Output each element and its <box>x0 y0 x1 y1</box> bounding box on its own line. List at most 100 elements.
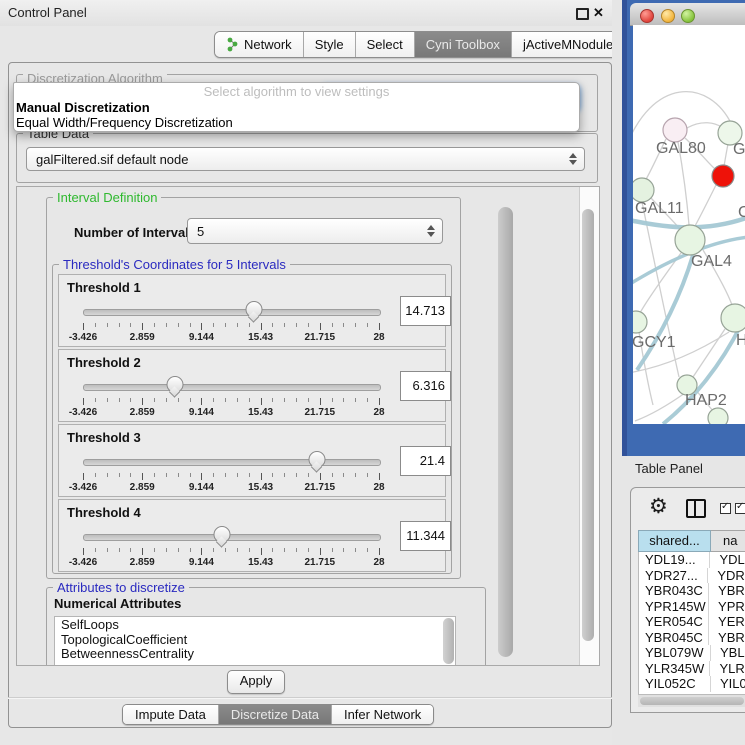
node[interactable] <box>708 408 728 424</box>
close-traffic-light-icon[interactable] <box>640 9 654 23</box>
close-icon[interactable]: ✕ <box>593 5 604 21</box>
node-gal11[interactable] <box>633 178 654 202</box>
tab-network[interactable]: Network <box>215 32 304 57</box>
node-gcy1[interactable] <box>633 311 647 333</box>
threshold-1-panel: Threshold 1 -3.4262.8599.14415.4321.7152… <box>58 274 446 347</box>
tab-impute-data[interactable]: Impute Data <box>123 705 219 724</box>
cell-name[interactable]: YIL0 <box>710 676 745 692</box>
tab-infer-network[interactable]: Infer Network <box>332 705 433 724</box>
threshold-3-slider[interactable] <box>83 451 379 471</box>
node-gal4[interactable] <box>675 225 705 255</box>
node-gal80[interactable] <box>663 118 687 142</box>
list-item[interactable]: TopologicalCoefficient <box>61 633 455 648</box>
cell-shared-name[interactable]: YBL079W <box>639 645 710 661</box>
dropdown-item-equal-width[interactable]: Equal Width/Frequency Discretization <box>14 115 579 130</box>
cell-shared-name[interactable]: YBR043C <box>639 583 708 599</box>
cell-name[interactable]: YDL1 <box>709 552 745 568</box>
table-row[interactable]: YIL052CYIL0 <box>639 676 745 692</box>
cell-name[interactable]: YBR0 <box>708 583 745 599</box>
tick-label: 21.715 <box>305 332 336 343</box>
tick-label: 9.144 <box>189 407 214 418</box>
inner-scrollbar-thumb[interactable] <box>498 207 513 657</box>
table-row[interactable]: YDR27...YDR2 <box>639 568 745 584</box>
table-data-combobox[interactable]: galFiltered.sif default node <box>26 147 585 171</box>
threshold-2-value-field[interactable]: 6.316 <box>400 371 451 401</box>
cell-name[interactable]: YLR3 <box>709 661 745 677</box>
tick-label: 2.859 <box>130 557 155 568</box>
numerical-attributes-label: Numerical Attributes <box>54 596 181 611</box>
apply-button[interactable]: Apply <box>227 670 285 694</box>
tick-label: 15.43 <box>248 557 273 568</box>
threshold-4-slider[interactable] <box>83 526 379 546</box>
table-row[interactable]: YBR043CYBR0 <box>639 583 745 599</box>
checkbox-icon[interactable] <box>720 503 731 514</box>
cell-shared-name[interactable]: YBR045C <box>639 630 708 646</box>
node-label: H <box>736 332 745 349</box>
horizontal-scrollbar-track[interactable] <box>638 694 745 707</box>
node-label: C <box>738 204 745 221</box>
combo-arrows-icon <box>569 153 577 165</box>
tab-cyni-toolbox[interactable]: Cyni Toolbox <box>415 32 512 57</box>
cell-shared-name[interactable]: YLR345W <box>639 661 709 677</box>
cell-name[interactable]: YDR2 <box>707 568 745 584</box>
slider-thumb[interactable] <box>245 301 262 318</box>
bottom-tab-bar: Impute Data Discretize Data Infer Networ… <box>122 704 434 725</box>
cell-name[interactable]: YPR1 <box>708 599 745 615</box>
table-row[interactable]: YLR345WYLR3 <box>639 661 745 677</box>
list-scrollbar-thumb[interactable] <box>443 618 454 664</box>
cell-shared-name[interactable]: YER054C <box>639 614 708 630</box>
threshold-3-value-field[interactable]: 21.4 <box>400 446 451 476</box>
cell-name[interactable]: YER0 <box>708 614 745 630</box>
table-row[interactable]: YER054CYER0 <box>639 614 745 630</box>
checkbox-icon[interactable] <box>735 503 745 514</box>
list-item[interactable]: SelfLoops <box>61 618 455 633</box>
node-label: GCY1 <box>633 334 676 351</box>
slider-thumb[interactable] <box>166 376 183 393</box>
table-row[interactable]: YPR145WYPR1 <box>639 599 745 615</box>
scrollbar-thumb[interactable] <box>582 209 594 641</box>
cell-shared-name[interactable]: YIL052C <box>639 676 710 692</box>
split-table-icon[interactable] <box>686 499 706 518</box>
node[interactable] <box>721 304 745 332</box>
table-row[interactable]: YBL079WYBL0 <box>639 645 745 661</box>
horizontal-scrollbar-thumb[interactable] <box>640 697 744 705</box>
column-header-name[interactable]: na <box>711 530 745 552</box>
tick-label: 9.144 <box>189 557 214 568</box>
tick-label: 15.43 <box>248 407 273 418</box>
threshold-1-slider[interactable] <box>83 301 379 321</box>
zoom-traffic-light-icon[interactable] <box>681 9 695 23</box>
tab-discretize-data[interactable]: Discretize Data <box>219 705 332 724</box>
minimize-traffic-light-icon[interactable] <box>661 9 675 23</box>
tab-style[interactable]: Style <box>304 32 356 57</box>
node-selected-red[interactable] <box>712 165 734 187</box>
cell-name[interactable]: YBR0 <box>708 630 745 646</box>
list-item[interactable]: BetweennessCentrality <box>61 647 455 662</box>
tab-select[interactable]: Select <box>356 32 415 57</box>
window-title: Control Panel <box>8 5 87 20</box>
threshold-1-value-field[interactable]: 14.713 <box>400 296 451 326</box>
tick-label: 21.715 <box>305 557 336 568</box>
tick-label: 21.715 <box>305 482 336 493</box>
float-window-icon[interactable] <box>576 8 589 20</box>
table-row[interactable]: YBR045CYBR0 <box>639 630 745 646</box>
slider-thumb[interactable] <box>308 451 325 468</box>
control-panel-titlebar: Control Panel ✕ <box>0 0 620 26</box>
cell-shared-name[interactable]: YPR145W <box>639 599 708 615</box>
tick-label: 2.859 <box>130 407 155 418</box>
slider-thumb[interactable] <box>214 526 231 543</box>
network-canvas[interactable]: GAL80 GA C GAL11 GAL4 GCY1 H HAP2 <box>633 25 745 424</box>
cell-name[interactable]: YBL0 <box>710 645 745 661</box>
node-label: GAL80 <box>656 140 706 157</box>
dropdown-item-manual[interactable]: Manual Discretization <box>14 100 579 115</box>
tick-label: 15.43 <box>248 482 273 493</box>
network-window-titlebar[interactable] <box>630 3 745 26</box>
threshold-4-value-field[interactable]: 11.344 <box>400 521 451 551</box>
table-row[interactable]: YDL19...YDL1 <box>639 552 745 568</box>
gear-icon[interactable]: ⚙ <box>649 494 668 519</box>
column-header-shared-name[interactable]: shared... <box>638 530 711 552</box>
threshold-4-panel: Threshold 4 -3.4262.8599.14415.4321.7152… <box>58 499 446 572</box>
cell-shared-name[interactable]: YDR27... <box>639 568 707 584</box>
threshold-2-slider[interactable] <box>83 376 379 396</box>
number-of-intervals-spinner[interactable]: 5 <box>187 218 443 244</box>
cell-shared-name[interactable]: YDL19... <box>639 552 709 568</box>
